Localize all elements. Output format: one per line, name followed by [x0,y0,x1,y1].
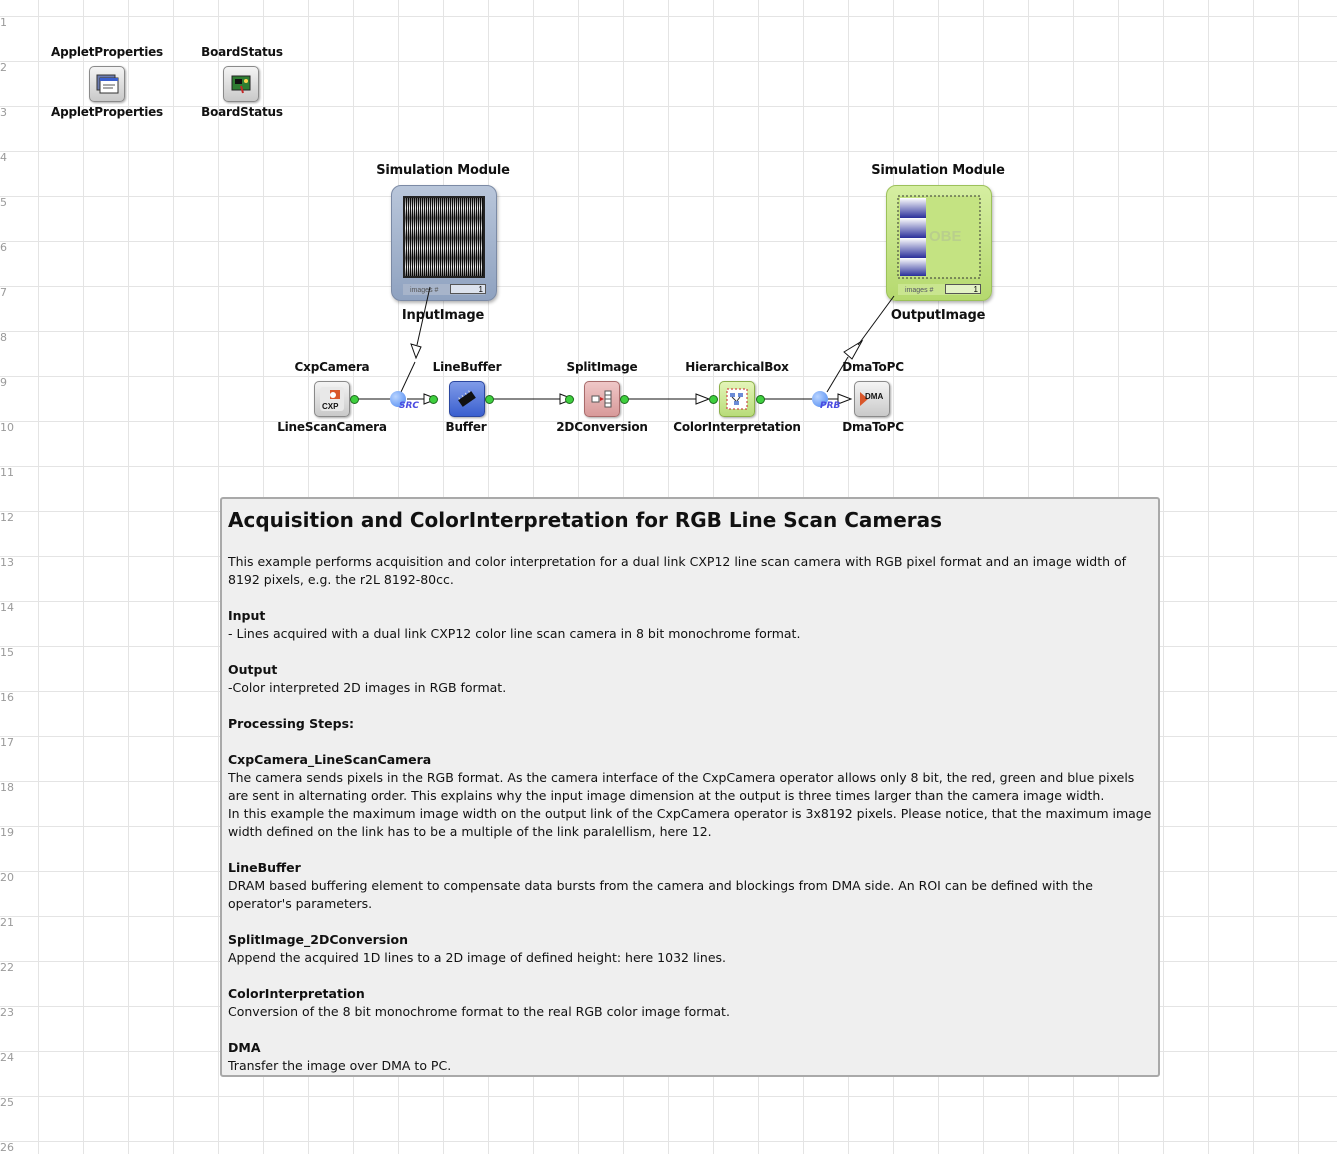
op-hbox-out-port[interactable] [756,395,765,404]
linebuffer-text: DRAM based buffering element to compensa… [228,878,1093,911]
description-panel: Acquisition and ColorInterpretation for … [220,497,1160,1077]
cxp-icon-text: CXP [322,402,339,411]
dma-text: Transfer the image over DMA to PC. [228,1058,452,1073]
cxp-line-1: The camera sends pixels in the RGB forma… [228,770,1135,785]
op-cxp-camera[interactable]: CXP [314,381,350,417]
op-hierarchical-box[interactable] [719,381,755,417]
ci-text: Conversion of the 8 bit monochrome forma… [228,1004,730,1019]
op-cxp-type: CxpCamera [294,360,370,374]
op-dma-to-pc[interactable]: DMA [854,381,890,417]
description-title: Acquisition and ColorInterpretation for … [228,508,943,532]
op-linebuffer[interactable] [449,381,485,417]
output-text: -Color interpreted 2D images in RGB form… [228,680,507,695]
input-heading: Input [228,608,266,623]
split-image-icon [591,390,612,408]
op-splitimage-name: 2DConversion [556,420,648,434]
hierarchical-box-icon [726,388,748,410]
output-section: Output -Color interpreted 2D images in R… [228,661,1152,697]
src-node-label: SRC [399,401,420,411]
cxp-section: CxpCamera_LineScanCamera The camera send… [228,751,1152,841]
prb-node-label: PRB [820,401,841,411]
cxp-line-3: In this example the maximum image width … [228,806,1152,839]
op-splitimage-out-port[interactable] [620,395,629,404]
description-intro: This example performs acquisition and co… [228,554,1127,587]
op-linebuffer-out-port[interactable] [485,395,494,404]
ci-heading: ColorInterpretation [228,986,365,1001]
linebuffer-section: LineBuffer DRAM based buffering element … [228,859,1152,913]
op-cxp-name: LineScanCamera [277,420,387,434]
op-dma-name: DmaToPC [842,420,904,434]
op-dma-type: DmaToPC [842,360,904,374]
op-linebuffer-type: LineBuffer [432,360,502,374]
input-section: Input - Lines acquired with a dual link … [228,607,1152,643]
op-splitimage[interactable] [584,381,620,417]
split-text: Append the acquired 1D lines to a 2D ima… [228,950,727,965]
cxp-heading: CxpCamera_LineScanCamera [228,752,432,767]
op-linebuffer-in-port[interactable] [429,395,438,404]
steps-heading: Processing Steps: [228,716,355,731]
split-section: SplitImage_2DConversion Append the acqui… [228,931,1152,967]
op-hbox-name: ColorInterpretation [673,420,801,434]
op-cxp-out-port[interactable] [350,395,359,404]
op-hbox-in-port[interactable] [709,395,718,404]
dma-section: DMA Transfer the image over DMA to PC. [228,1039,1152,1075]
op-linebuffer-name: Buffer [445,420,487,434]
cxp-line-2: are sent in alternating order. This expl… [228,788,1105,803]
output-heading: Output [228,662,278,677]
input-text: - Lines acquired with a dual link CXP12 … [228,626,801,641]
memory-chip-icon [458,390,476,407]
steps-section: Processing Steps: [228,715,1152,733]
ci-section: ColorInterpretation Conversion of the 8 … [228,985,1152,1021]
op-hbox-type: HierarchicalBox [685,360,789,374]
op-splitimage-in-port[interactable] [565,395,574,404]
linebuffer-heading: LineBuffer [228,860,301,875]
dma-icon-text: DMA [865,392,884,401]
op-splitimage-type: SplitImage [566,360,638,374]
split-heading: SplitImage_2DConversion [228,932,409,947]
dma-heading: DMA [228,1040,261,1055]
